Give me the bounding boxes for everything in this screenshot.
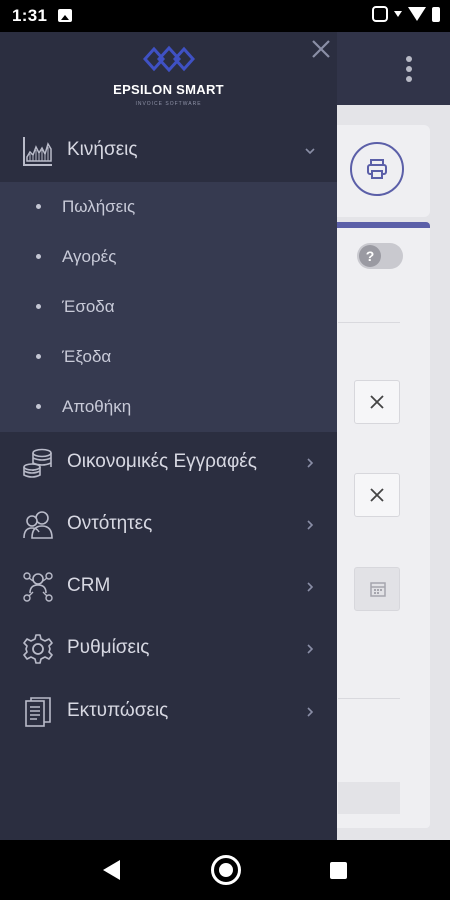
submenu-item-warehouse[interactable]: Αποθήκη bbox=[0, 382, 337, 432]
bullet-icon bbox=[36, 404, 41, 409]
status-bar: 1:31 bbox=[0, 0, 450, 32]
menu-item-prints[interactable]: Εκτυπώσεις bbox=[0, 681, 337, 743]
chart-icon bbox=[23, 137, 52, 166]
chevron-right-icon bbox=[307, 458, 314, 468]
overflow-menu-icon[interactable] bbox=[406, 56, 412, 86]
users-icon bbox=[23, 511, 53, 539]
gear-icon bbox=[23, 634, 53, 664]
menu-item-label: Ρυθμίσεις bbox=[67, 637, 150, 658]
recents-icon[interactable] bbox=[330, 862, 347, 879]
wifi-icon bbox=[408, 7, 426, 21]
submenu-item-label: Έσοδα bbox=[62, 297, 115, 316]
bullet-icon bbox=[36, 204, 41, 209]
calendar-icon bbox=[370, 582, 386, 597]
status-time: 1:31 bbox=[12, 6, 48, 25]
coins-icon bbox=[23, 448, 52, 478]
data-arrow-icon bbox=[394, 11, 402, 17]
submenu-item-purchases[interactable]: Αγορές bbox=[0, 232, 337, 282]
submenu-item-expenses[interactable]: Έξοδα bbox=[0, 332, 337, 382]
divider bbox=[338, 698, 400, 699]
submenu-item-sales[interactable]: Πωλήσεις bbox=[0, 182, 337, 232]
bullet-icon bbox=[36, 254, 41, 259]
print-button[interactable] bbox=[350, 142, 404, 196]
printer-icon bbox=[367, 159, 387, 179]
brand-logo: EPSILON SMART INVOICE SOFTWARE bbox=[0, 40, 337, 110]
chevron-right-icon bbox=[307, 582, 314, 592]
vibrate-icon bbox=[372, 6, 388, 22]
submenu-item-label: Αποθήκη bbox=[62, 397, 132, 416]
menu-item-label: Εκτυπώσεις bbox=[67, 700, 169, 721]
chevron-right-icon bbox=[307, 644, 314, 654]
menu-item-crm[interactable]: CRM bbox=[0, 556, 337, 618]
battery-icon bbox=[432, 6, 440, 22]
menu-item-label: Οικονομικές Εγγραφές bbox=[67, 451, 257, 472]
chevron-down-icon bbox=[305, 148, 315, 155]
chevron-right-icon bbox=[307, 520, 314, 530]
close-icon bbox=[370, 395, 384, 409]
app-footer bbox=[338, 782, 400, 814]
system-nav-bar bbox=[0, 840, 450, 900]
menu-item-settings[interactable]: Ρυθμίσεις bbox=[0, 618, 337, 680]
divider bbox=[338, 322, 400, 323]
home-icon[interactable] bbox=[211, 855, 241, 885]
bullet-icon bbox=[36, 354, 41, 359]
submenu-item-label: Πωλήσεις bbox=[62, 197, 136, 216]
navigation-drawer: EPSILON SMART INVOICE SOFTWARE Κινήσεις … bbox=[0, 32, 337, 840]
chevron-right-icon bbox=[307, 707, 314, 717]
close-icon bbox=[370, 488, 384, 502]
app-form-card bbox=[330, 222, 430, 828]
menu-item-entities[interactable]: Οντότητες bbox=[0, 494, 337, 556]
help-toggle[interactable]: ? bbox=[357, 243, 403, 269]
crm-icon bbox=[23, 572, 53, 602]
brand-tagline: INVOICE SOFTWARE bbox=[135, 101, 202, 107]
brand-name: EPSILON SMART bbox=[113, 82, 224, 97]
date-picker-button[interactable] bbox=[354, 567, 400, 611]
clear-field-button[interactable] bbox=[354, 380, 400, 424]
menu-item-financial-records[interactable]: Οικονομικές Εγγραφές bbox=[0, 432, 337, 494]
logo-mark-icon bbox=[143, 45, 195, 73]
submenu-item-label: Αγορές bbox=[62, 247, 117, 266]
menu-item-label: Οντότητες bbox=[67, 513, 153, 534]
back-icon[interactable] bbox=[103, 860, 120, 880]
submenu-movements: Πωλήσεις Αγορές Έσοδα Έξοδα Αποθήκη bbox=[0, 182, 337, 432]
submenu-item-label: Έξοδα bbox=[62, 347, 112, 366]
bullet-icon bbox=[36, 304, 41, 309]
menu-item-movements[interactable]: Κινήσεις bbox=[0, 120, 337, 182]
help-icon: ? bbox=[359, 245, 381, 267]
image-notification-icon bbox=[58, 9, 72, 22]
clear-field-button[interactable] bbox=[354, 473, 400, 517]
menu-item-label: Κινήσεις bbox=[67, 139, 138, 160]
status-icons bbox=[372, 6, 440, 22]
menu-item-label: CRM bbox=[67, 575, 111, 596]
document-icon bbox=[25, 697, 51, 727]
submenu-item-income[interactable]: Έσοδα bbox=[0, 282, 337, 332]
